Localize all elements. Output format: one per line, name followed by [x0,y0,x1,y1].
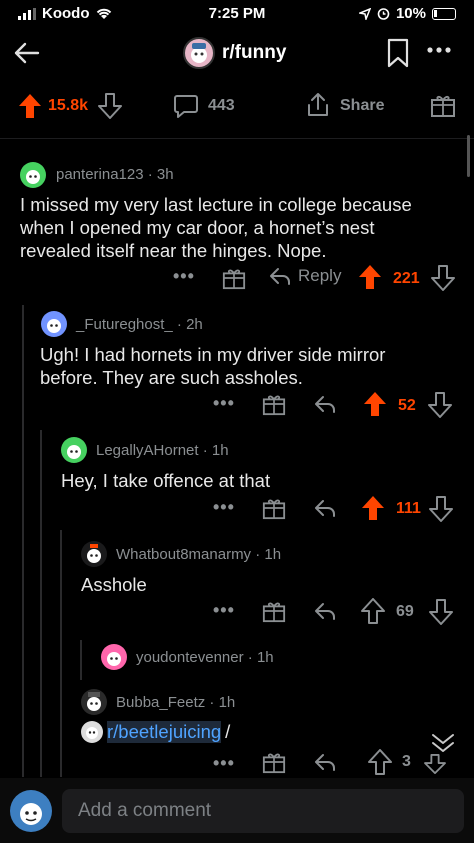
back-button[interactable] [12,38,42,68]
thread-line[interactable] [40,430,42,777]
comment-body: Hey, I take offence at that [61,470,271,491]
comment-body: Asshole [81,574,147,595]
award-icon[interactable] [262,392,286,416]
reply-button[interactable]: Reply [268,265,341,287]
battery-icon [432,7,456,20]
status-right: 10% [358,5,456,22]
reply-icon[interactable] [313,497,337,519]
subreddit-link-icon [81,721,103,743]
downvote-icon[interactable] [428,392,452,418]
comment-author[interactable]: Bubba_Feetz [116,694,205,711]
comments-icon[interactable] [173,93,199,119]
subreddit-link-text[interactable]: r/beetlejuicing [107,721,222,743]
downvote-icon[interactable] [431,265,455,291]
avatar[interactable] [61,437,87,463]
comment-score: 111 [396,500,421,517]
more-options-icon[interactable]: ••• [213,753,235,774]
post-vote-count: 15.8k [48,97,89,114]
comment-age: 1h [218,694,236,711]
award-icon[interactable] [262,496,286,520]
avatar[interactable] [81,689,107,715]
post-downvote-icon[interactable] [98,93,122,119]
comment-score: 52 [398,397,416,414]
downvote-icon[interactable] [429,496,453,522]
share-icon[interactable] [305,91,331,119]
battery-percent: 10% [395,5,426,22]
comment-score: 3 [402,753,411,770]
comment-meta: youdontevenner · 1h [136,649,274,666]
comment-meta: Whatbout8manarmy · 1h [116,546,282,563]
comment-meta: _Futureghost_ · 2h [76,316,203,333]
more-options-icon[interactable]: ••• [213,497,235,518]
divider [0,138,474,139]
reply-label: Reply [298,266,342,285]
subreddit-avatar[interactable] [183,37,215,69]
upvote-icon[interactable] [361,598,385,624]
comment-author[interactable]: _Futureghost_ [76,316,173,333]
comment-age: 3h [156,166,174,183]
comment-author[interactable]: youdontevenner [136,649,244,666]
upvote-icon[interactable] [361,495,385,521]
avatar[interactable] [81,541,107,567]
reply-icon[interactable] [313,393,337,415]
reply-icon[interactable] [313,600,337,622]
collapse-thread-icon[interactable] [430,733,456,753]
more-options-icon[interactable] [426,46,452,54]
subreddit-link[interactable]: r/beetlejuicing / [81,721,230,743]
comment-body: Ugh! I had hornets in my driver side mir… [40,344,386,388]
location-icon [358,7,371,20]
comment-meta: LegallyAHornet · 1h [96,442,229,459]
share-label[interactable]: Share [340,97,384,115]
more-options-icon[interactable]: ••• [173,266,195,287]
comment-author[interactable]: Whatbout8manarmy [116,546,251,563]
downvote-icon[interactable] [424,754,446,774]
comment-age: 1h [256,649,274,666]
comment-score: 69 [396,603,414,620]
award-icon[interactable] [262,599,286,623]
more-options-icon[interactable]: ••• [213,600,235,621]
thread-line[interactable] [60,530,62,777]
upvote-icon[interactable] [358,264,382,290]
more-options-icon[interactable]: ••• [213,393,235,414]
avatar[interactable] [41,311,67,337]
scrollbar[interactable] [467,135,470,177]
thread-line[interactable] [22,305,24,777]
upvote-icon[interactable] [363,391,387,417]
comment-count[interactable]: 443 [208,97,235,115]
comment-age: 1h [211,442,229,459]
comment-input[interactable]: Add a comment [62,789,464,833]
comment-score: 221 [393,270,420,287]
comment-author[interactable]: LegallyAHornet [96,442,199,459]
reply-icon[interactable] [313,751,337,773]
bookmark-icon[interactable] [386,38,410,68]
reply-icon [268,265,292,287]
avatar[interactable] [20,162,46,188]
comment-author[interactable]: panterina123 [56,166,144,183]
comment-age: 1h [264,546,282,563]
upvote-icon[interactable] [368,749,392,775]
downvote-icon[interactable] [429,599,453,625]
comment-age: 2h [186,316,203,333]
award-icon[interactable] [222,266,246,290]
thread-line[interactable] [80,640,82,680]
award-icon[interactable] [430,92,456,118]
post-upvote-icon[interactable] [18,93,42,119]
comment-body: I missed my very last lecture in college… [20,194,412,261]
avatar[interactable] [101,644,127,670]
comment-meta: Bubba_Feetz · 1h [116,694,236,711]
status-bar: Koodo 7:25 PM 10% [0,0,474,26]
alarm-icon [377,7,390,20]
comment-meta: panterina123 · 3h [56,166,174,183]
subreddit-name[interactable]: r/funny [222,42,286,64]
subreddit-link-suffix: / [225,721,231,742]
award-icon[interactable] [262,750,286,774]
user-avatar[interactable] [10,790,52,832]
